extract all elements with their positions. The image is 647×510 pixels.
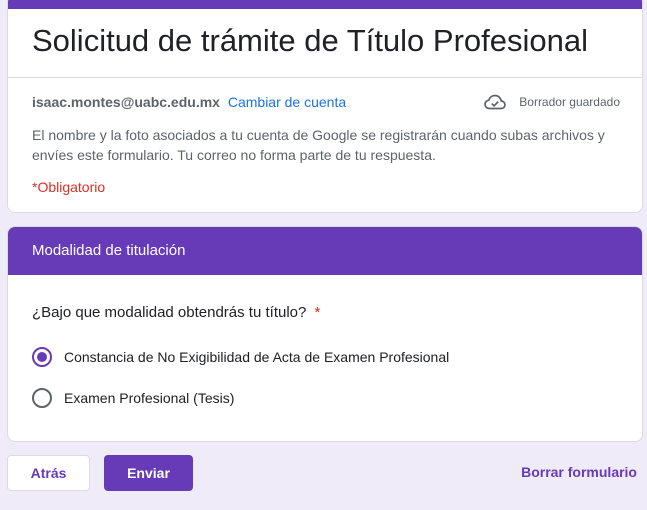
radio-examen-tesis[interactable] — [32, 388, 52, 408]
required-asterisk: * — [314, 304, 321, 321]
submit-button[interactable]: Enviar — [104, 455, 193, 491]
clear-form-link[interactable]: Borrar formulario — [521, 464, 637, 480]
draft-status: Borrador guardado — [484, 94, 620, 110]
accent-stripe — [8, 0, 642, 9]
privacy-notice: El nombre y la foto asociados a tu cuent… — [32, 127, 605, 163]
option-label: Constancia de No Exigibilidad de Acta de… — [64, 349, 450, 365]
question-text: ¿Bajo que modalidad obtendrás tu título? — [32, 304, 307, 321]
form-page: Solicitud de trámite de Título Profesion… — [0, 0, 647, 510]
header-divider — [8, 77, 642, 78]
back-button[interactable]: Atrás — [7, 455, 90, 491]
form-header-card: Solicitud de trámite de Título Profesion… — [7, 0, 643, 213]
switch-account-link[interactable]: Cambiar de cuenta — [228, 94, 346, 110]
option-constancia[interactable]: Constancia de No Exigibilidad de Acta de… — [32, 347, 449, 367]
option-label: Examen Profesional (Tesis) — [64, 390, 235, 406]
question-title: ¿Bajo que modalidad obtendrás tu título?… — [32, 304, 320, 321]
radio-constancia[interactable] — [32, 347, 52, 367]
account-row: isaac.montes@uabc.edu.mx Cambiar de cuen… — [32, 94, 346, 110]
draft-status-text: Borrador guardado — [519, 95, 620, 109]
cloud-check-icon — [484, 94, 507, 110]
section-card: Modalidad de titulación ¿Bajo que modali… — [7, 226, 643, 442]
account-email: isaac.montes@uabc.edu.mx — [32, 94, 220, 110]
section-header: Modalidad de titulación — [8, 227, 642, 275]
option-examen-tesis[interactable]: Examen Profesional (Tesis) — [32, 388, 234, 408]
required-note: *Obligatorio — [32, 179, 106, 195]
section-title: Modalidad de titulación — [32, 242, 186, 259]
form-title: Solicitud de trámite de Título Profesion… — [32, 23, 589, 58]
